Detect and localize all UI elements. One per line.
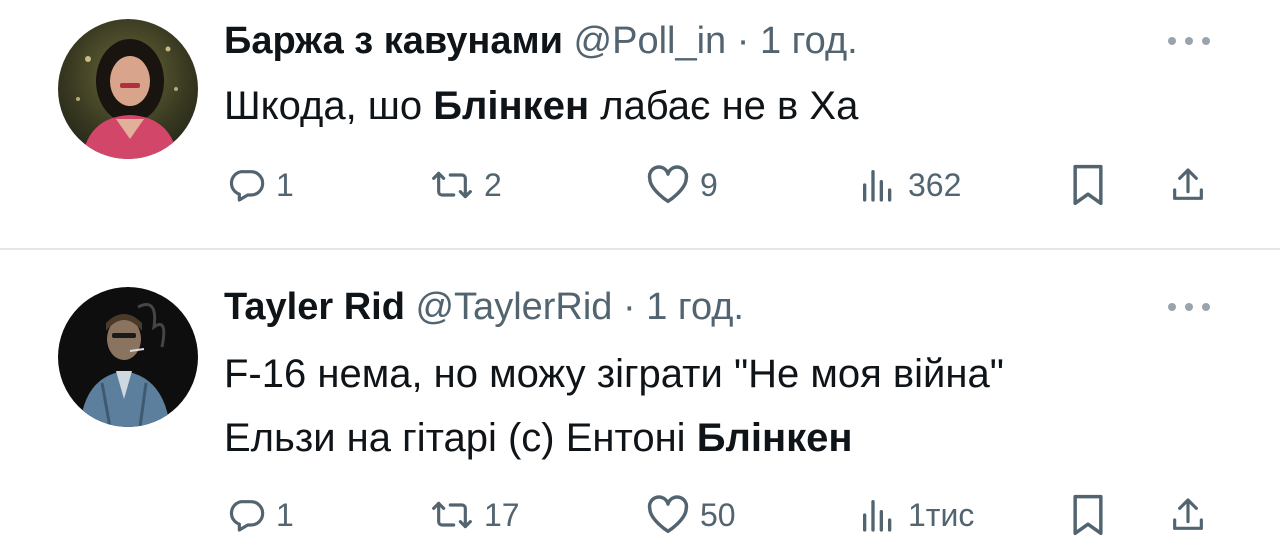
tweet-header: Баржа з кавунами @Poll_in · 1 год. — [224, 18, 858, 64]
retweet-icon — [432, 171, 472, 199]
author-handle[interactable]: @TaylerRid — [415, 286, 612, 328]
like-icon — [647, 165, 689, 204]
tweet-text-line: F-16 нема, но можу зіграти "Не моя війна… — [224, 352, 1004, 396]
highlighted-word: Блінкен — [696, 416, 853, 460]
views-button[interactable]: 1тис — [858, 490, 974, 540]
author-name[interactable]: Баржа з кавунами — [224, 20, 563, 62]
tweet-text: F-16 нема, но можу зіграти "Не моя війна… — [224, 342, 1004, 470]
like-button[interactable]: 9 — [646, 160, 718, 210]
bookmark-icon — [1073, 164, 1103, 206]
retweet-count: 2 — [484, 166, 502, 203]
tweet[interactable]: Tayler Rid @TaylerRid · 1 год. F-16 нема… — [0, 250, 1280, 549]
reply-icon — [229, 170, 265, 202]
avatar[interactable] — [58, 287, 198, 427]
timestamp[interactable]: 1 год. — [646, 286, 744, 328]
retweet-button[interactable]: 17 — [430, 490, 520, 540]
bookmark-icon — [1073, 494, 1103, 536]
like-count: 9 — [700, 166, 718, 203]
retweet-count: 17 — [484, 496, 520, 533]
separator-dot: · — [736, 20, 750, 62]
avatar[interactable] — [58, 19, 198, 159]
author-name[interactable]: Tayler Rid — [224, 286, 405, 328]
separator-dot: · — [623, 286, 636, 328]
reply-count: 1 — [276, 496, 294, 533]
action-bar: 1 2 9 362 — [0, 160, 1280, 210]
like-button[interactable]: 50 — [646, 490, 736, 540]
like-count: 50 — [700, 496, 736, 533]
action-bar: 1 17 50 1тис — [0, 490, 1280, 540]
share-icon — [1173, 168, 1203, 200]
views-icon — [863, 500, 892, 532]
share-icon — [1173, 498, 1203, 530]
tweet[interactable]: Баржа з кавунами @Poll_in · 1 год. Шкода… — [0, 0, 1280, 248]
more-icon[interactable] — [1168, 34, 1210, 48]
reply-count: 1 — [276, 166, 294, 203]
views-count: 362 — [908, 166, 962, 203]
share-button[interactable] — [1168, 160, 1208, 210]
more-icon[interactable] — [1168, 300, 1210, 314]
reply-icon — [229, 500, 265, 532]
author-handle[interactable]: @Poll_in — [574, 20, 727, 62]
like-icon — [647, 495, 689, 534]
tweet-text: Шкода, шо Блінкен лабає не в Ха — [224, 84, 859, 128]
share-button[interactable] — [1168, 490, 1208, 540]
tweet-header: Tayler Rid @TaylerRid · 1 год. — [224, 284, 744, 330]
retweet-icon — [432, 501, 472, 529]
highlighted-word: Блінкен — [433, 84, 590, 128]
retweet-button[interactable]: 2 — [430, 160, 502, 210]
timestamp[interactable]: 1 год. — [760, 20, 858, 62]
bookmark-button[interactable] — [1068, 490, 1108, 540]
tweet-text-line: Ельзи на гітарі (с) Ентоні Блінкен — [224, 416, 853, 460]
views-button[interactable]: 362 — [858, 160, 961, 210]
reply-button[interactable]: 1 — [226, 490, 294, 540]
views-icon — [863, 170, 892, 202]
views-count: 1тис — [908, 496, 975, 533]
bookmark-button[interactable] — [1068, 160, 1108, 210]
reply-button[interactable]: 1 — [226, 160, 294, 210]
